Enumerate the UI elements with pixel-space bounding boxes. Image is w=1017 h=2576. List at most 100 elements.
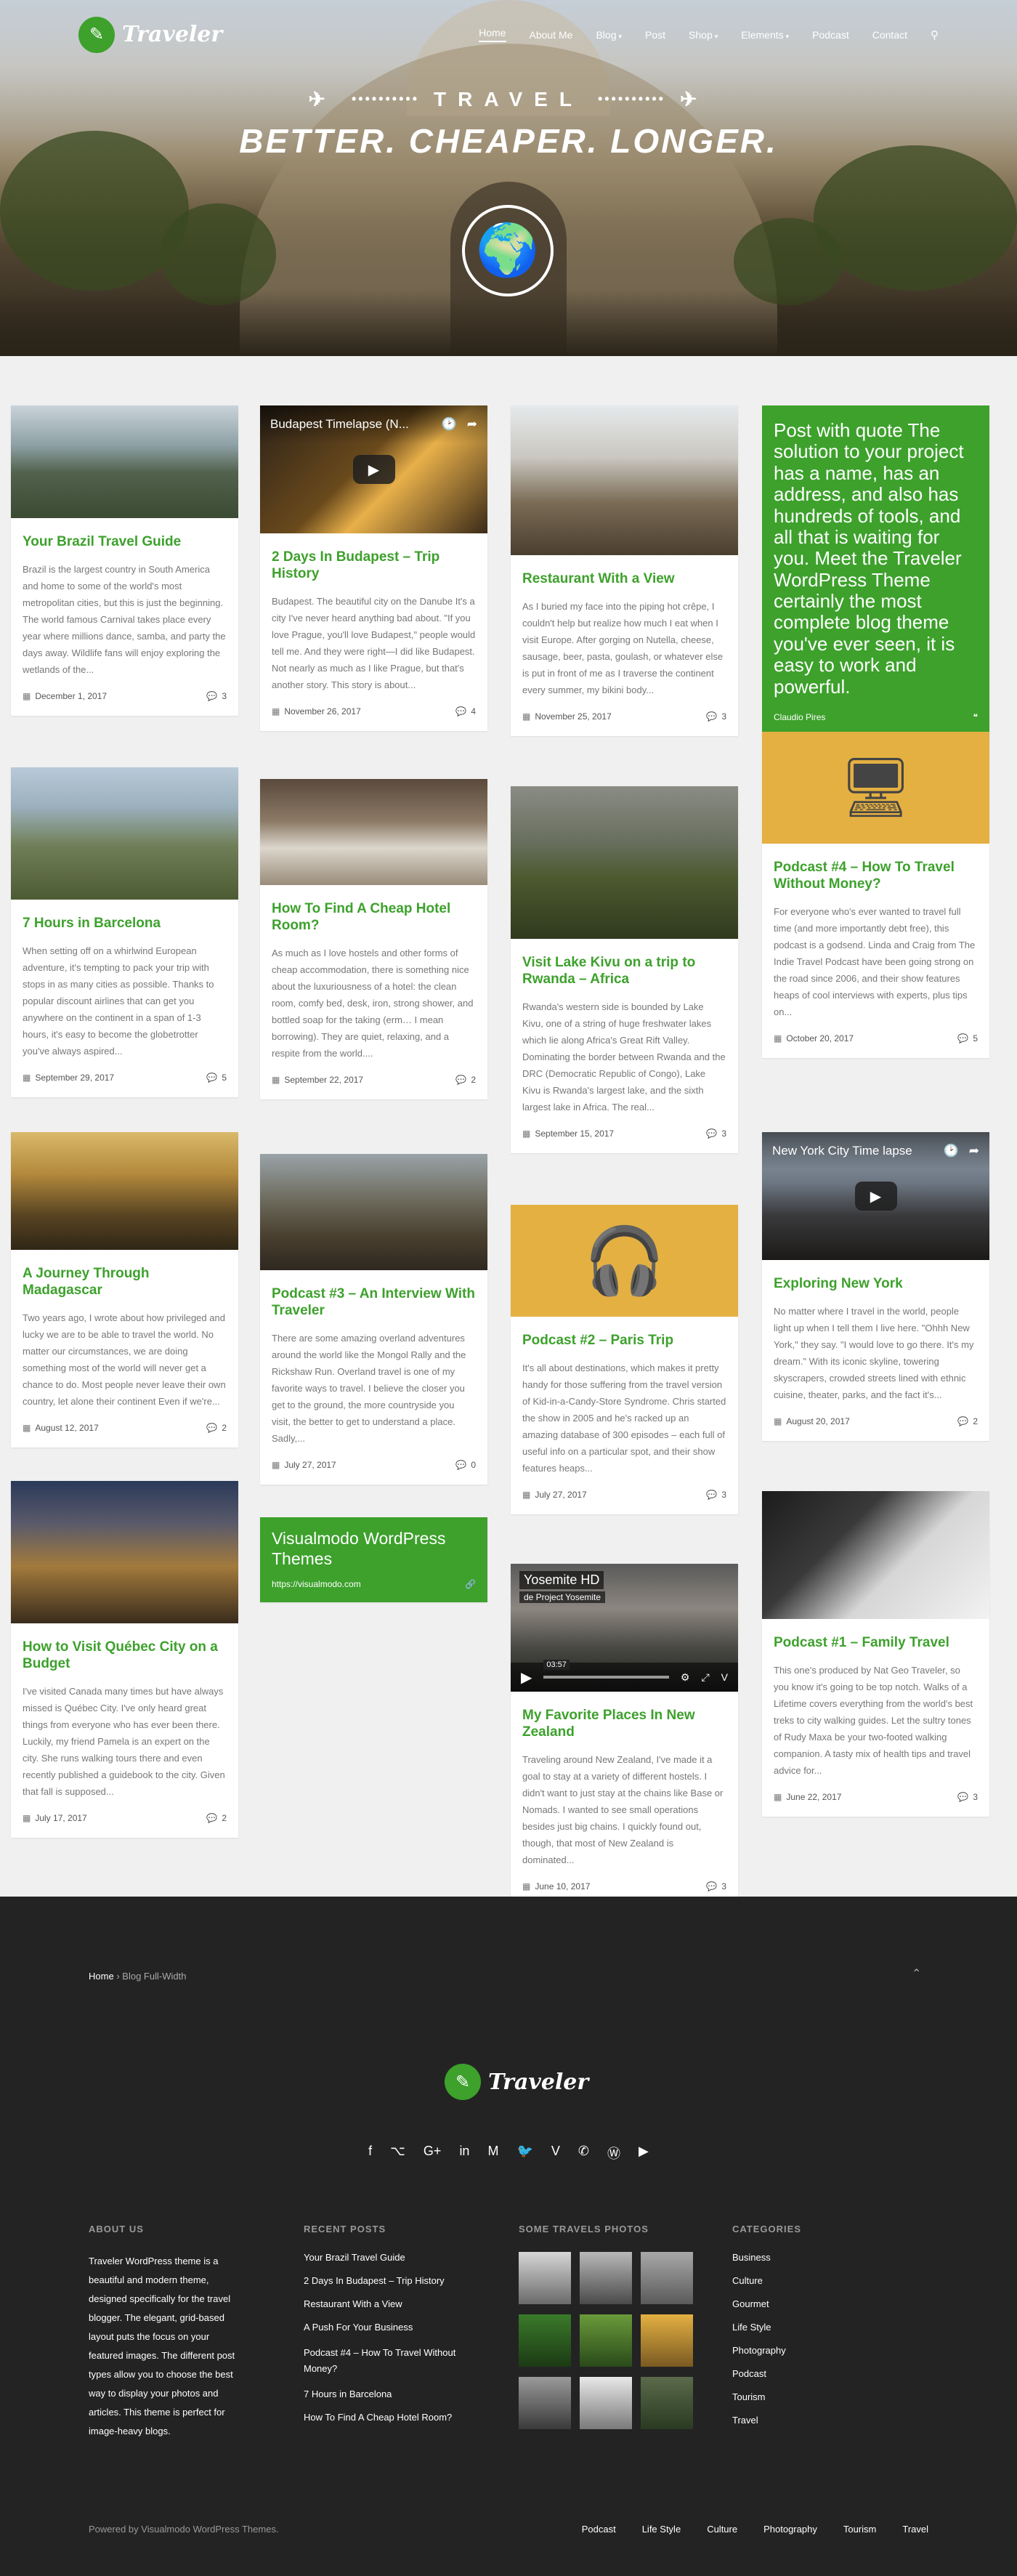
category-link[interactable]: Life Style <box>732 2322 801 2333</box>
facebook-icon[interactable]: f <box>368 2144 372 2163</box>
post-card-podcast1[interactable]: Podcast #1 – Family Travel This one's pr… <box>762 1491 989 1817</box>
chevron-up-icon[interactable]: ⌃ <box>912 1966 921 1981</box>
recent-post-link[interactable]: How To Find A Cheap Hotel Room? <box>304 2412 485 2423</box>
comments-link[interactable]: 💬 4 <box>455 706 476 716</box>
post-title[interactable]: 7 Hours in Barcelona <box>23 916 227 932</box>
settings-icon[interactable]: ⚙ <box>681 1671 690 1684</box>
video-embed[interactable]: New York City Time lapse 🕑 ➦ ▶ <box>762 1132 989 1260</box>
youtube-icon[interactable]: ▶ <box>639 2144 649 2163</box>
quote-text[interactable]: Post with quote The solution to your pro… <box>774 419 978 698</box>
post-thumbnail[interactable] <box>11 1132 238 1250</box>
nav-home[interactable]: Home <box>479 27 506 42</box>
share-icon[interactable]: ➦ <box>969 1144 979 1158</box>
play-button[interactable]: ▶ <box>352 455 395 484</box>
post-title[interactable]: Podcast #4 – How To Travel Without Money… <box>774 860 978 893</box>
post-title[interactable]: 2 Days In Budapest – Trip History <box>272 549 476 583</box>
comments-link[interactable]: 💬 0 <box>455 1460 476 1470</box>
category-link[interactable]: Culture <box>732 2275 801 2287</box>
footer-nav-life-style[interactable]: Life Style <box>642 2524 681 2535</box>
post-card-restaurant[interactable]: Restaurant With a View As I buried my fa… <box>511 405 738 736</box>
category-link[interactable]: Business <box>732 2252 801 2264</box>
microphone-desk-icon[interactable]: 🖥 <box>762 732 989 844</box>
comments-link[interactable]: 💬 2 <box>957 1416 978 1426</box>
footer-nav-tourism[interactable]: Tourism <box>843 2524 877 2535</box>
site-logo[interactable]: ✎ Traveler <box>78 16 222 53</box>
post-card-kivu[interactable]: Visit Lake Kivu on a trip to Rwanda – Af… <box>511 786 738 1153</box>
comments-link[interactable]: 💬 3 <box>706 1128 726 1139</box>
comments-link[interactable]: 💬 5 <box>206 1073 227 1083</box>
comments-link[interactable]: 💬 3 <box>706 1490 726 1500</box>
post-card-podcast4[interactable]: 🖥 Podcast #4 – How To Travel Without Mon… <box>762 732 989 1058</box>
footer-logo[interactable]: ✎ Traveler <box>445 2064 588 2100</box>
recent-post-link[interactable]: Restaurant With a View <box>304 2298 485 2310</box>
nav-blog[interactable]: Blog ▾ <box>596 29 622 41</box>
linkedin-icon[interactable]: in <box>459 2144 469 2163</box>
post-thumbnail[interactable] <box>511 405 738 555</box>
post-thumbnail[interactable] <box>11 1481 238 1623</box>
comments-link[interactable]: 💬 3 <box>957 1792 978 1802</box>
wordpress-icon[interactable]: Ⓦ <box>607 2144 620 2163</box>
comments-link[interactable]: 💬 2 <box>206 1423 227 1433</box>
post-card-budapest[interactable]: Budapest Timelapse (N... 🕑 ➦ ▶ 2 Days In… <box>260 405 487 731</box>
footer-nav-culture[interactable]: Culture <box>707 2524 737 2535</box>
post-card-madagascar[interactable]: A Journey Through Madagascar Two years a… <box>11 1132 238 1448</box>
post-title[interactable]: How To Find A Cheap Hotel Room? <box>272 901 476 934</box>
post-title[interactable]: Podcast #1 – Family Travel <box>774 1635 978 1652</box>
powered-by-text[interactable]: Powered by Visualmodo WordPress Themes. <box>89 2524 279 2535</box>
video-title[interactable]: Budapest Timelapse (N... <box>270 417 431 432</box>
github-icon[interactable]: ⌥ <box>390 2144 405 2163</box>
comments-link[interactable]: 💬 5 <box>957 1033 978 1043</box>
twitter-icon[interactable]: 🐦 <box>516 2144 532 2163</box>
recent-post-link[interactable]: 2 Days In Budapest – Trip History <box>304 2275 485 2287</box>
link-post-title[interactable]: Visualmodo WordPress Themes <box>272 1529 476 1569</box>
recent-post-link[interactable]: 7 Hours in Barcelona <box>304 2389 485 2400</box>
footer-nav-photography[interactable]: Photography <box>763 2524 817 2535</box>
post-card-newyork[interactable]: New York City Time lapse 🕑 ➦ ▶ Exploring… <box>762 1132 989 1441</box>
video-embed[interactable]: Yosemite HD de Project Yosemite ▶ 03:57 … <box>511 1564 738 1692</box>
play-icon[interactable]: ▶ <box>521 1668 532 1687</box>
recent-post-link[interactable]: Podcast #4 – How To Travel Without Money… <box>304 2345 482 2377</box>
nav-about-me[interactable]: About Me <box>530 29 573 41</box>
post-thumbnail[interactable] <box>260 1154 487 1270</box>
gallery-photo[interactable] <box>580 2377 632 2429</box>
gallery-photo[interactable] <box>519 2252 571 2304</box>
nav-contact[interactable]: Contact <box>872 29 907 41</box>
post-card-hotel[interactable]: How To Find A Cheap Hotel Room? As much … <box>260 779 487 1099</box>
gallery-photo[interactable] <box>641 2252 693 2304</box>
link-post-card[interactable]: Visualmodo WordPress Themes https://visu… <box>260 1517 487 1603</box>
video-progress-bar[interactable]: 03:57 <box>543 1660 669 1679</box>
post-thumbnail[interactable] <box>260 779 487 885</box>
category-link[interactable]: Travel <box>732 2415 801 2426</box>
gallery-photo[interactable] <box>641 2377 693 2429</box>
post-title[interactable]: Podcast #2 – Paris Trip <box>522 1333 726 1349</box>
headphones-icon[interactable]: 🎧 <box>511 1205 738 1317</box>
post-title[interactable]: How to Visit Québec City on a Budget <box>23 1639 227 1673</box>
vimeo-icon[interactable]: V <box>721 1671 728 1683</box>
comments-link[interactable]: 💬 2 <box>206 1813 227 1823</box>
gallery-photo[interactable] <box>580 2252 632 2304</box>
gallery-photo[interactable] <box>641 2314 693 2367</box>
post-title[interactable]: A Journey Through Madagascar <box>23 1266 227 1299</box>
whatsapp-icon[interactable]: ✆ <box>578 2144 589 2163</box>
comments-link[interactable]: 💬 3 <box>206 691 227 701</box>
share-icon[interactable]: ➦ <box>467 417 477 432</box>
mixcloud-icon[interactable]: M <box>487 2144 498 2163</box>
google-plus-icon[interactable]: G+ <box>424 2144 442 2163</box>
nav-podcast[interactable]: Podcast <box>812 29 849 41</box>
post-title[interactable]: My Favorite Places In New Zealand <box>522 1708 726 1741</box>
post-card-podcast2[interactable]: 🎧 Podcast #2 – Paris Trip It's all about… <box>511 1205 738 1514</box>
recent-post-link[interactable]: Your Brazil Travel Guide <box>304 2252 485 2264</box>
post-card-quebec[interactable]: How to Visit Québec City on a Budget I'v… <box>11 1481 238 1838</box>
gallery-photo[interactable] <box>519 2314 571 2367</box>
recent-post-link[interactable]: A Push For Your Business <box>304 2322 485 2333</box>
category-link[interactable]: Tourism <box>732 2391 801 2403</box>
post-thumbnail[interactable] <box>11 767 238 900</box>
gallery-photo[interactable] <box>580 2314 632 2367</box>
post-title[interactable]: Restaurant With a View <box>522 571 726 588</box>
clock-icon[interactable]: 🕑 <box>442 417 457 432</box>
post-card-newzealand[interactable]: Yosemite HD de Project Yosemite ▶ 03:57 … <box>511 1564 738 1906</box>
video-title[interactable]: Yosemite HD <box>519 1571 604 1589</box>
comments-link[interactable]: 💬 3 <box>706 1881 726 1891</box>
nav-elements[interactable]: Elements ▾ <box>741 29 789 41</box>
quote-post-card[interactable]: Post with quote The solution to your pro… <box>762 405 989 735</box>
